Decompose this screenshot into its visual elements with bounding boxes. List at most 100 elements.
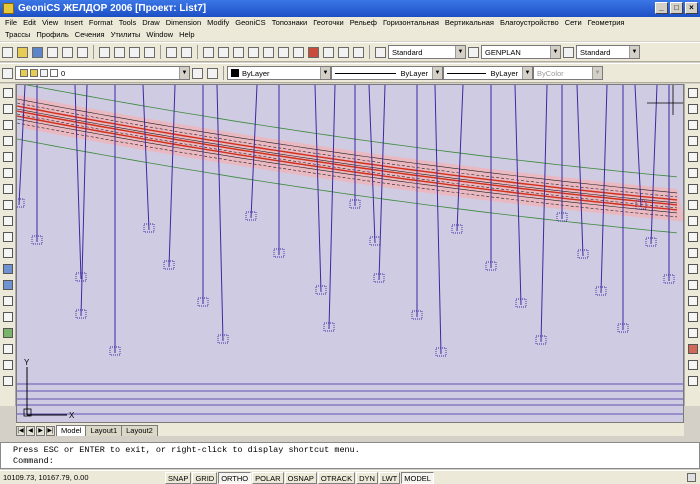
menu-item-row2-1[interactable]: Профиль: [33, 29, 71, 41]
chevron-down-icon[interactable]: ▼: [320, 67, 330, 79]
menu-item-row1-17[interactable]: Геометрия: [585, 17, 628, 29]
menu-item-row2-3[interactable]: Утилиты: [108, 29, 144, 41]
command-prompt[interactable]: Command:: [13, 456, 699, 467]
make-block-icon[interactable]: [2, 280, 13, 290]
menu-item-row1-11[interactable]: Геоточки: [310, 17, 346, 29]
line-icon[interactable]: [2, 88, 13, 98]
command-window[interactable]: Press ESC or ENTER to exit, or right-cli…: [0, 442, 700, 469]
tab-layout2[interactable]: Layout2: [121, 425, 158, 436]
copy-icon[interactable]: [114, 46, 125, 58]
menu-item-row1-15[interactable]: Благоустройство: [497, 17, 562, 29]
copy-object-icon[interactable]: [687, 104, 698, 114]
new-file-icon[interactable]: [2, 46, 13, 58]
circle-icon[interactable]: [2, 184, 13, 194]
tool-palettes-icon[interactable]: [293, 46, 304, 58]
tab-model[interactable]: Model: [56, 425, 87, 436]
linetype-select[interactable]: ByLayer ▼: [331, 66, 443, 80]
zoom-window-icon[interactable]: [233, 46, 244, 58]
menu-item-row1-0[interactable]: File: [2, 17, 20, 29]
minimize-button[interactable]: _: [655, 2, 668, 14]
dyn-toggle[interactable]: DYN: [356, 471, 378, 484]
ortho-toggle[interactable]: ORTHO: [218, 471, 252, 484]
lwt-toggle[interactable]: LWT: [378, 471, 401, 484]
pan-icon[interactable]: [203, 46, 214, 58]
properties-icon[interactable]: [263, 46, 274, 58]
layer-previous-icon[interactable]: [207, 67, 218, 79]
design-center-icon[interactable]: [278, 46, 289, 58]
polygon-icon[interactable]: [2, 136, 13, 146]
properties-panel-icon[interactable]: [687, 360, 698, 370]
polyline-icon[interactable]: [2, 120, 13, 130]
publish-icon[interactable]: [77, 46, 88, 58]
zoom-previous-icon[interactable]: [248, 46, 259, 58]
dim-style-select[interactable]: GENPLAN ▼: [481, 45, 561, 59]
redo-icon[interactable]: [181, 46, 192, 58]
menu-item-row1-7[interactable]: Dimension: [163, 17, 204, 29]
menu-item-row1-14[interactable]: Вертикальная: [442, 17, 497, 29]
ellipse-icon[interactable]: [2, 232, 13, 242]
model-space-toggle[interactable]: MODEL: [401, 471, 434, 484]
table-style-select[interactable]: Standard ▼: [576, 45, 640, 59]
markup-icon[interactable]: [323, 46, 334, 58]
array-icon[interactable]: [687, 152, 698, 162]
tab-layout1[interactable]: Layout1: [85, 425, 123, 436]
chevron-down-icon[interactable]: ▼: [432, 67, 442, 79]
menu-item-row1-13[interactable]: Горизонтальная: [380, 17, 442, 29]
spline-icon[interactable]: [2, 216, 13, 226]
help-icon[interactable]: [353, 46, 364, 58]
scale-icon[interactable]: [687, 200, 698, 210]
menu-item-row2-4[interactable]: Window: [143, 29, 176, 41]
grid-toggle[interactable]: GRID: [192, 471, 218, 484]
save-icon[interactable]: [32, 46, 43, 58]
insert-block-icon[interactable]: [2, 264, 13, 274]
previous-tab-icon[interactable]: ◀: [26, 426, 35, 436]
chevron-down-icon[interactable]: ▼: [522, 67, 532, 79]
paste-icon[interactable]: [129, 46, 140, 58]
close-button[interactable]: ×: [685, 2, 698, 14]
join-icon[interactable]: [687, 296, 698, 306]
match-properties-icon[interactable]: [144, 46, 155, 58]
snap-toggle[interactable]: SNAP: [165, 471, 192, 484]
layer-states-icon[interactable]: [687, 376, 698, 386]
menu-item-row1-12[interactable]: Рельеф: [347, 17, 380, 29]
osnap-toggle[interactable]: OSNAP: [284, 471, 317, 484]
tray-settings-icon[interactable]: [687, 473, 696, 482]
text-style-select[interactable]: Standard ▼: [388, 45, 466, 59]
arc-icon[interactable]: [2, 168, 13, 178]
stretch-icon[interactable]: [687, 216, 698, 226]
menu-item-row1-6[interactable]: Draw: [139, 17, 163, 29]
zoom-realtime-icon[interactable]: [218, 46, 229, 58]
table-icon[interactable]: [2, 360, 13, 370]
sheet-set-icon[interactable]: [308, 46, 319, 58]
region-icon[interactable]: [2, 344, 13, 354]
mirror-icon[interactable]: [687, 120, 698, 130]
menu-item-row1-3[interactable]: Insert: [61, 17, 86, 29]
chamfer-icon[interactable]: [687, 312, 698, 322]
menu-item-row1-9[interactable]: GeoniCS: [232, 17, 268, 29]
menu-item-row1-4[interactable]: Format: [86, 17, 116, 29]
point-icon[interactable]: [2, 296, 13, 306]
menu-item-row1-5[interactable]: Tools: [116, 17, 140, 29]
maximize-button[interactable]: □: [670, 2, 683, 14]
lineweight-select[interactable]: ByLayer ▼: [443, 66, 533, 80]
menu-item-row1-10[interactable]: Топознаки: [269, 17, 311, 29]
gradient-icon[interactable]: [2, 328, 13, 338]
break-at-point-icon[interactable]: [687, 264, 698, 274]
offset-icon[interactable]: [687, 136, 698, 146]
hatch-icon[interactable]: [2, 312, 13, 322]
polar-toggle[interactable]: POLAR: [252, 471, 284, 484]
next-tab-icon[interactable]: ▶: [36, 426, 45, 436]
make-current-layer-icon[interactable]: [192, 67, 203, 79]
rotate-icon[interactable]: [687, 184, 698, 194]
explode-icon[interactable]: [687, 344, 698, 354]
menu-item-row1-1[interactable]: Edit: [20, 17, 39, 29]
chevron-down-icon[interactable]: ▼: [179, 67, 189, 79]
menu-item-row2-2[interactable]: Сечения: [72, 29, 108, 41]
layer-select[interactable]: 0 ▼: [15, 66, 190, 80]
break-icon[interactable]: [687, 280, 698, 290]
otrack-toggle[interactable]: OTRACK: [317, 471, 356, 484]
fillet-icon[interactable]: [687, 328, 698, 338]
extend-icon[interactable]: [687, 248, 698, 258]
layer-manager-icon[interactable]: [2, 67, 13, 79]
print-preview-icon[interactable]: [62, 46, 73, 58]
